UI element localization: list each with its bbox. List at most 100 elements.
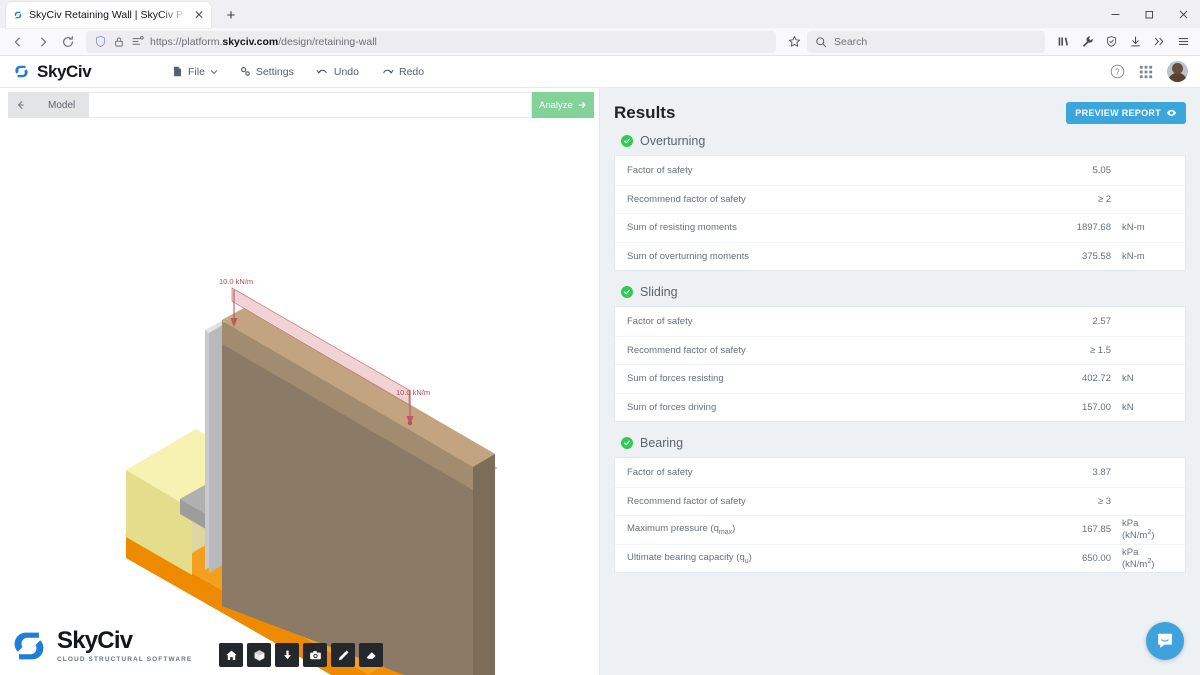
results-header: Results PREVIEW REPORT [614,102,1186,124]
row-label: Sum of forces resisting [627,373,1041,384]
window-close-button[interactable] [1166,0,1200,28]
table-row: Recommend factor of safety≥ 3 [615,487,1185,516]
check-circle-icon [621,135,633,147]
analyze-label: Analyze [539,100,573,111]
hamburger-menu-icon[interactable] [1172,31,1194,53]
app-header-actions: ? [1110,61,1188,82]
row-unit: kN [1111,373,1173,384]
tab-strip: SkyCiv Retaining Wall | SkyCiv P ✕ + [0,0,1200,28]
table-row: Recommend factor of safety≥ 2 [615,185,1185,214]
address-bar[interactable]: https://platform.skyciv.com/design/retai… [86,31,776,53]
results-table: Factor of safety5.05Recommend factor of … [614,155,1186,271]
window-minimize-button[interactable] [1098,0,1132,28]
avatar[interactable] [1167,61,1188,82]
new-tab-button[interactable]: + [218,2,244,28]
window-controls [1098,0,1200,28]
search-input[interactable]: Search [807,31,1045,53]
skyciv-application: SkyCiv File Settings Undo [0,56,1200,675]
table-row: Sum of forces resisting402.72kN [615,364,1185,393]
check-circle-icon [621,437,633,449]
back-button[interactable] [6,31,30,53]
menu-item-file[interactable]: File [172,66,218,78]
browser-navigation-bar: https://platform.skyciv.com/design/retai… [0,28,1200,56]
chevron-down-icon [210,68,218,76]
wrench-icon[interactable] [1076,31,1098,53]
model-3d-canvas[interactable]: 10.0 kN/m 10.0 kN/m [0,118,599,675]
row-value: 402.72 [1041,373,1111,384]
row-label: Factor of safety [627,467,1041,478]
reload-button[interactable] [56,31,80,53]
results-section-title: Sliding [640,285,678,299]
app-header: SkyCiv File Settings Undo [0,56,1200,88]
menu-label-undo: Undo [334,66,359,78]
footer-logo-name: SkyCiv [57,629,192,653]
results-section-title: Overturning [640,134,705,148]
home-icon[interactable] [219,643,243,667]
app-logo[interactable]: SkyCiv [12,62,172,82]
browser-window: SkyCiv Retaining Wall | SkyCiv P ✕ + [0,0,1200,675]
skyciv-footer-logo: SkyCiv CLOUD STRUCTURAL SOFTWARE [8,625,192,667]
model-toolbar-blank [89,92,532,118]
shield-icon[interactable] [1100,31,1122,53]
row-value: 5.05 [1041,165,1111,176]
load-label-left: 10.0 kN/m [219,277,253,286]
menu-item-settings[interactable]: Settings [240,66,294,78]
table-row: Sum of forces driving157.00kN [615,393,1185,422]
preview-report-label: PREVIEW REPORT [1075,108,1161,118]
eraser-icon[interactable] [359,643,383,667]
library-icon[interactable] [1052,31,1074,53]
reader-mode-icon[interactable] [131,36,144,47]
help-circle-icon[interactable]: ? [1110,64,1125,79]
preview-report-button[interactable]: PREVIEW REPORT [1066,102,1186,124]
model-breadcrumb[interactable]: Model [34,92,89,118]
row-value: 157.00 [1041,402,1111,413]
bookmark-star-icon[interactable] [782,31,806,53]
table-row: Sum of resisting moments1897.68kN-m [615,213,1185,242]
row-unit: kN-m [1111,222,1173,233]
table-row: Sum of overturning moments375.58kN-m [615,242,1185,271]
skyciv-logo-icon [8,625,50,667]
row-value: 375.58 [1041,251,1111,262]
pencil-icon[interactable] [331,643,355,667]
menu-item-undo[interactable]: Undo [316,66,359,78]
shield-icon [94,35,107,48]
results-section-title: Bearing [640,436,683,450]
row-label: Sum of overturning moments [627,251,1041,262]
row-value: 1897.68 [1041,222,1111,233]
tab-close-icon[interactable]: ✕ [193,9,205,21]
table-row: Maximum pressure (qmax)167.85kPa (kN/m2) [615,515,1185,544]
app-brand-name: SkyCiv [37,62,91,82]
skyciv-logo-icon [12,62,31,81]
viewport-toolbar [219,643,383,667]
model-back-button[interactable] [8,92,34,118]
menu-item-redo[interactable]: Redo [381,66,424,78]
row-label: Recommend factor of safety [627,194,1041,205]
browser-tab[interactable]: SkyCiv Retaining Wall | SkyCiv P ✕ [6,2,211,28]
row-label: Maximum pressure (qmax) [627,523,1041,536]
row-value: 167.85 [1041,524,1111,535]
download-icon[interactable] [1124,31,1146,53]
overflow-chevron-icon[interactable] [1148,31,1170,53]
search-icon [815,36,827,48]
cube-icon[interactable] [247,643,271,667]
row-label: Recommend factor of safety [627,345,1041,356]
row-unit: kPa (kN/m2) [1111,547,1173,570]
row-value: ≥ 2 [1041,194,1111,205]
forward-button[interactable] [31,31,55,53]
results-sections: OverturningFactor of safety5.05Recommend… [614,134,1186,573]
analyze-button[interactable]: Analyze [532,92,594,118]
apps-grid-icon[interactable] [1139,65,1153,79]
camera-icon[interactable] [303,643,327,667]
menu-label-settings: Settings [256,66,294,78]
app-menu: File Settings Undo Redo [172,66,424,78]
browser-toolbar-icons [1052,31,1194,53]
window-maximize-button[interactable] [1132,0,1166,28]
download-icon[interactable] [275,643,299,667]
row-unit: kPa (kN/m2) [1111,518,1173,541]
table-row: Ultimate bearing capacity (qu)650.00kPa … [615,544,1185,573]
results-table: Factor of safety2.57Recommend factor of … [614,306,1186,422]
row-label: Recommend factor of safety [627,496,1041,507]
page-title: Results [614,103,675,123]
url-text: https://platform.skyciv.com/design/retai… [150,36,377,48]
chat-bubble-icon[interactable] [1146,622,1184,660]
